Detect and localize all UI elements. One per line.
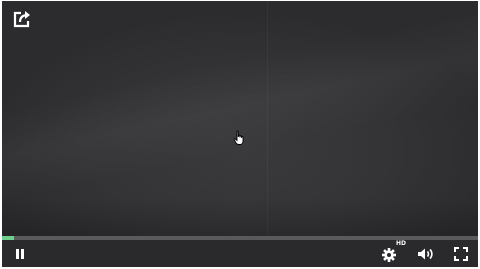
hand-pointer-icon	[233, 130, 247, 146]
video-frame[interactable]	[2, 1, 478, 237]
fullscreen-icon	[454, 247, 468, 261]
hd-badge: HD	[396, 240, 407, 247]
pause-button[interactable]	[13, 245, 27, 263]
control-bar: HD	[2, 240, 478, 267]
video-player[interactable]: HD	[2, 1, 478, 267]
settings-button[interactable]: HD	[382, 241, 408, 263]
volume-button[interactable]	[416, 245, 438, 263]
video-frame-highlight	[2, 3, 478, 209]
volume-icon	[418, 248, 433, 260]
fullscreen-button[interactable]	[453, 245, 469, 263]
pause-icon	[16, 249, 24, 259]
share-icon	[13, 11, 30, 28]
gear-icon	[382, 248, 396, 262]
video-frame-shade	[2, 197, 478, 237]
share-button[interactable]	[12, 9, 34, 29]
